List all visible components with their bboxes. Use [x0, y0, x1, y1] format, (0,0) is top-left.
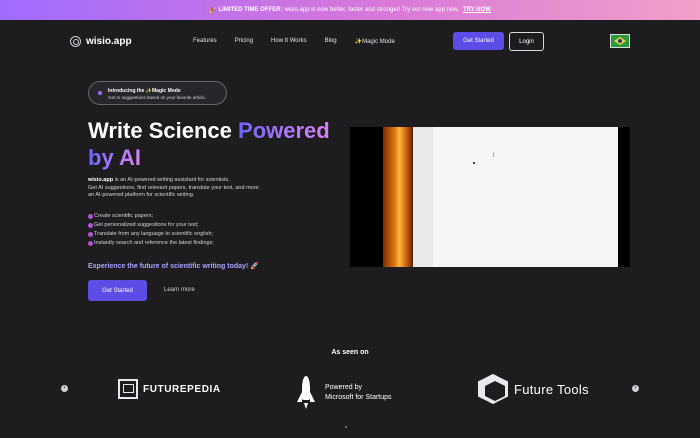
nav-link-pricing[interactable]: Pricing [235, 38, 253, 45]
brazil-flag-icon[interactable] [610, 34, 630, 48]
learn-more-link[interactable]: Learn more [164, 287, 195, 293]
purple-dot-icon [88, 223, 93, 228]
hero-description: wisio.app is an AI-powered writing assis… [88, 177, 348, 200]
hero-headline: Write Science Powered by AI [88, 117, 338, 171]
flag-diamond [614, 37, 626, 45]
nav-link-features[interactable]: Features [193, 38, 217, 45]
login-button[interactable]: Login [509, 32, 544, 51]
flag-globe [618, 39, 622, 43]
nav-link-magic-mode[interactable]: ✨Magic Mode [355, 38, 413, 45]
purple-dot-icon [88, 241, 93, 246]
headline-powered: Powered [238, 118, 330, 143]
desc-brand: wisio.app [88, 177, 114, 183]
hero-get-started-button[interactable]: Get Started [88, 280, 147, 301]
headline-by-ai: by AI [88, 145, 141, 170]
headline-white: Write Science [88, 118, 232, 143]
announcement-mode: Magic Mode [152, 88, 181, 94]
feature-text: Create scientific papers; [94, 213, 153, 219]
microsoft-startups-text: Powered by Microsoft for Startups [325, 383, 392, 403]
promo-label: LIMITED TIME OFFER: [218, 7, 283, 13]
experience-tagline: Experience the future of scientific writ… [88, 263, 259, 270]
nav-links: Features Pricing How It Works Blog ✨Magi… [193, 38, 431, 45]
ms-line-2: Microsoft for Startups [325, 394, 392, 401]
announcement-subtitle: Get AI suggestions based on your favorit… [108, 95, 207, 100]
feature-text: Instantly search and reference the lates… [94, 240, 214, 246]
promo-banner: 🎉 LIMITED TIME OFFER: wisio.app is now b… [0, 0, 700, 20]
desc-line-3: an AI-powered platform for scientific wr… [88, 192, 195, 198]
try-now-link[interactable]: TRY NOW [463, 7, 491, 13]
desc-line-2: Get AI suggestions, find relevant papers… [88, 184, 261, 191]
announcement-title: Introducing the ✨Magic Mode [108, 88, 181, 94]
list-item: Instantly search and reference the lates… [88, 239, 348, 248]
rocket-icon [296, 376, 316, 410]
get-started-button[interactable]: Get Started [453, 32, 504, 50]
sparkle-icon: ✨ [354, 39, 363, 45]
announcement-prefix: Introducing the [108, 88, 145, 94]
purple-dot-icon [88, 232, 93, 237]
list-item: Create scientific papers; [88, 212, 348, 221]
carousel-prev-button[interactable]: ‹ [61, 385, 68, 392]
future-tools-logo: Future Tools [478, 374, 589, 404]
futurepedia-name: FUTUREPEDIA [143, 383, 221, 395]
list-item: Translate from any language to scientifi… [88, 230, 348, 239]
promo-text: wisio.app is now better, faster and stro… [284, 7, 459, 13]
as-seen-on-title: As seen on [331, 349, 369, 356]
futurepedia-icon [118, 379, 138, 399]
top-nav: wisio.app Features Pricing How It Works … [0, 28, 700, 56]
carousel-next-button[interactable]: › [632, 385, 639, 392]
feature-text: Get personalized suggestions for your te… [94, 222, 199, 228]
feature-list: Create scientific papers; Get personaliz… [88, 212, 348, 248]
microsoft-startups-logo: Powered by Microsoft for Startups [296, 376, 392, 410]
magic-mode-announcement[interactable]: Introducing the ✨Magic Mode Get AI sugge… [88, 81, 227, 105]
future-tools-name: Future Tools [514, 381, 589, 397]
desc-line-1: is an AI-powered writing assistant for s… [114, 177, 230, 183]
brand-logo[interactable]: wisio.app [70, 36, 132, 47]
text-cursor-icon: I [493, 153, 495, 159]
nav-link-blog[interactable]: Blog [325, 38, 337, 45]
video-document-page [413, 127, 618, 267]
demo-video[interactable]: I [350, 127, 630, 267]
futurepedia-logo: FUTUREPEDIA [118, 379, 221, 399]
magic-mode-label: Magic Mode [362, 39, 395, 45]
brand-name: wisio.app [86, 36, 132, 47]
brand-mark-icon [70, 36, 81, 47]
party-icon: 🎉 [209, 7, 217, 14]
announcement-dot-icon [98, 91, 102, 95]
purple-dot-icon [88, 214, 93, 219]
nav-link-how-it-works[interactable]: How It Works [271, 38, 307, 45]
video-orange-panel [383, 127, 413, 267]
list-item: Get personalized suggestions for your te… [88, 221, 348, 230]
video-page-edge [413, 127, 433, 267]
video-dot [473, 162, 475, 164]
feature-text: Translate from any language to scientifi… [94, 231, 214, 237]
ms-line-1: Powered by [325, 384, 362, 391]
hexagon-icon [478, 374, 508, 404]
page-dot [345, 426, 347, 428]
